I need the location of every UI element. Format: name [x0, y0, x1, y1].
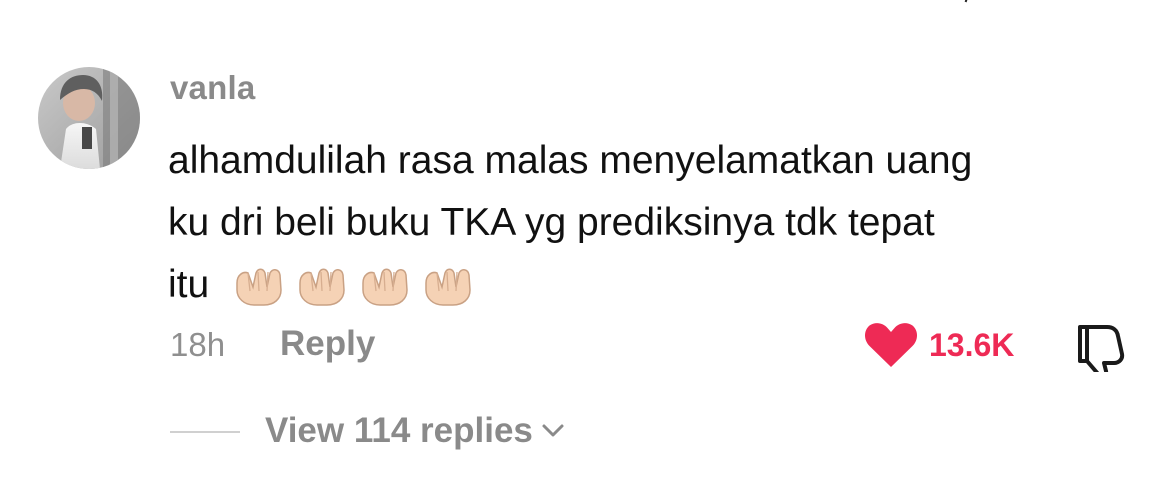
view-replies-label: View 114 replies	[265, 411, 533, 450]
comment-line-with-emoji: itu	[168, 254, 1148, 316]
comment-timestamp: 18h	[170, 326, 226, 363]
comment-line: itu	[168, 263, 210, 306]
raised-hands-icon	[293, 264, 351, 306]
comment-text: alhamdulilah rasa malas menyelamatkan ua…	[168, 130, 1148, 316]
replies-divider	[170, 431, 240, 433]
comment-username[interactable]: vanla	[170, 69, 255, 107]
chevron-down-icon	[541, 423, 565, 439]
top-edge-mark	[964, 0, 980, 6]
comment-line: alhamdulilah rasa malas menyelamatkan ua…	[168, 139, 973, 182]
like-count: 13.6K	[929, 327, 1015, 363]
raised-hands-icon	[419, 264, 477, 306]
view-replies-button[interactable]: View 114 replies	[265, 411, 565, 451]
reply-button[interactable]: Reply	[280, 324, 375, 364]
avatar[interactable]	[38, 67, 140, 169]
raised-hands-icon	[356, 264, 414, 306]
raised-hands-icon	[230, 264, 288, 306]
emoji-group	[230, 264, 477, 306]
heart-icon[interactable]	[865, 323, 917, 369]
comment-line: ku dri beli buku TKA yg prediksinya tdk …	[168, 201, 935, 244]
thumbs-down-icon[interactable]	[1072, 320, 1126, 379]
